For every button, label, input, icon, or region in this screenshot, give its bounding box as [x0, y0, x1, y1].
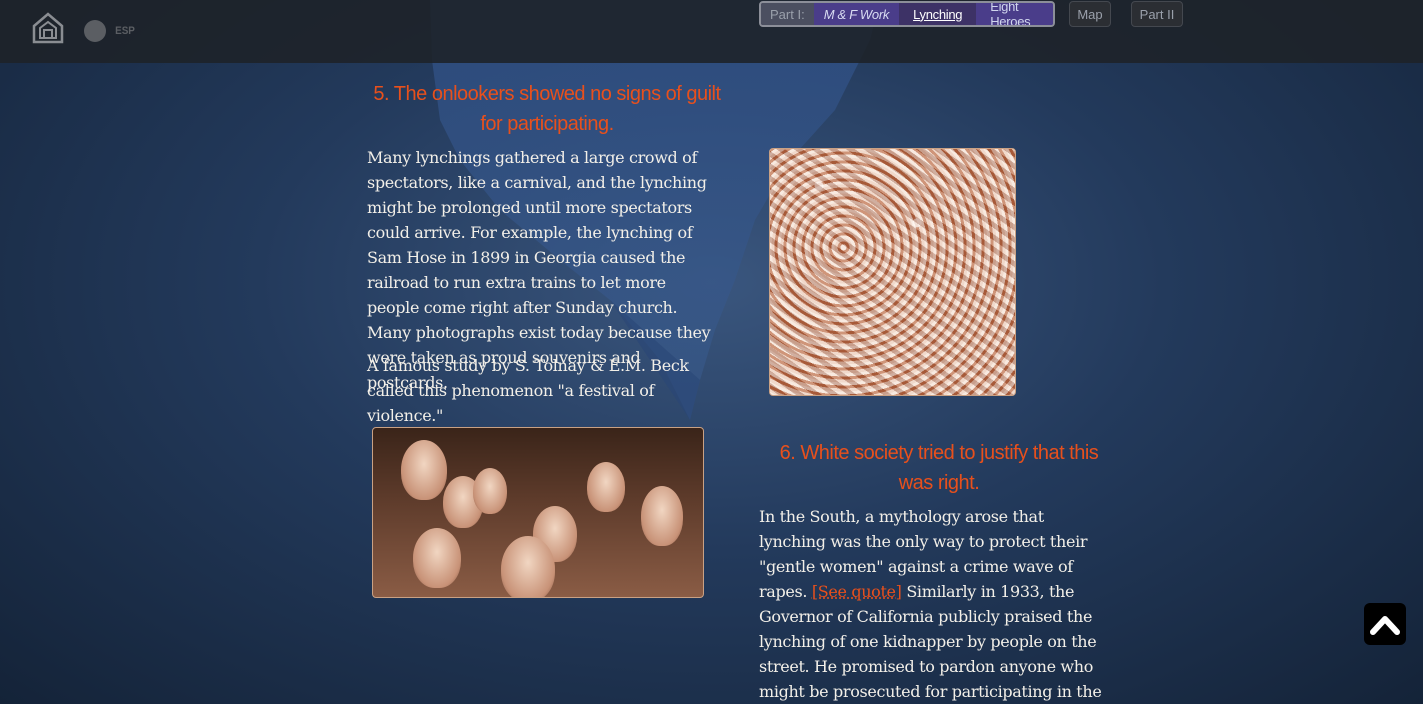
part-one-nav: Part I: M & F Work Lynching Eight Heroes	[759, 1, 1055, 27]
scroll-to-top-button[interactable]	[1364, 603, 1406, 645]
tab-eight-heroes[interactable]: Eight Heroes	[976, 3, 1053, 25]
section-6-paragraph: In the South, a mythology arose that lyn…	[759, 504, 1115, 704]
language-toggle[interactable]: ESP	[84, 20, 136, 42]
part-two-button[interactable]: Part II	[1131, 1, 1183, 27]
toggle-knob	[84, 20, 106, 42]
tab-lynching[interactable]: Lynching	[899, 3, 976, 25]
language-label: ESP	[115, 25, 135, 37]
section-5-paragraph-2: A famous study by S. Tolnay & E.M. Beck …	[367, 353, 719, 428]
map-button[interactable]: Map	[1069, 1, 1111, 27]
top-navigation-bar: ESP Part I: M & F Work Lynching Eight He…	[0, 0, 1423, 63]
section-6-heading: 6. White society tried to justify that t…	[764, 438, 1114, 498]
tab-mf-work[interactable]: M & F Work	[814, 3, 899, 25]
house-icon[interactable]	[31, 11, 65, 45]
part-one-label: Part I:	[761, 3, 814, 25]
section-6-text-end: Similarly in 1933, the Governor of Calif…	[759, 582, 1101, 704]
see-quote-link[interactable]: [See quote]	[812, 582, 902, 601]
crowd-photo	[769, 148, 1016, 396]
section-5-heading: 5. The onlookers showed no signs of guil…	[372, 79, 722, 139]
spectators-photo	[372, 427, 704, 598]
chevron-up-icon	[1370, 613, 1400, 635]
